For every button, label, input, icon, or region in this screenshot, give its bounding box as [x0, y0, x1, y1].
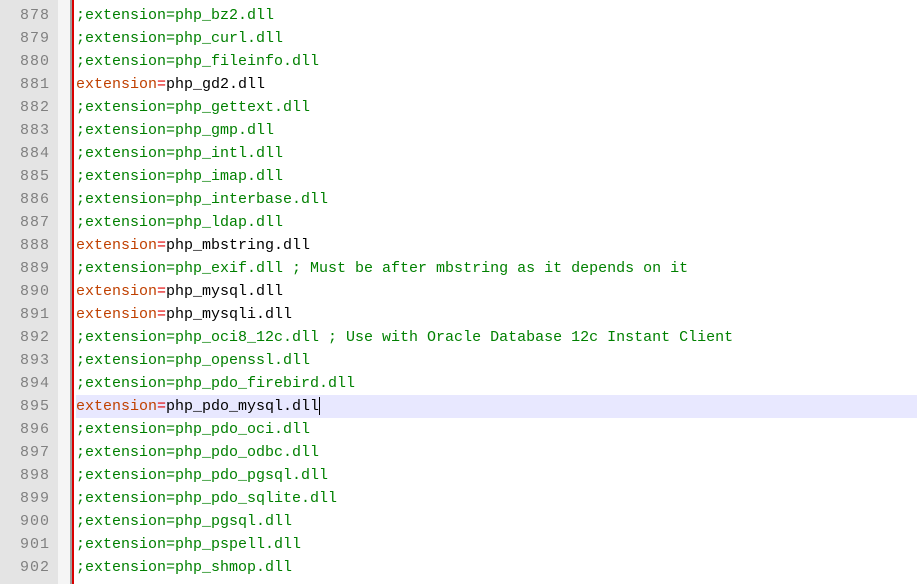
- code-line[interactable]: ;extension=php_imap.dll: [76, 165, 917, 188]
- comment-text: ;extension=php_interbase.dll: [76, 191, 328, 208]
- line-number-gutter: 8788798808818828838848858868878888898908…: [0, 0, 58, 584]
- comment-text: ;extension=php_pgsql.dll: [76, 513, 292, 530]
- code-line[interactable]: ;extension=php_pdo_pgsql.dll: [76, 464, 917, 487]
- line-number: 898: [0, 464, 50, 487]
- comment-text: ;extension=php_oci8_12c.dll ; Use with O…: [76, 329, 733, 346]
- ini-value: php_mysql.dll: [166, 283, 283, 300]
- equals-sign: =: [157, 306, 166, 323]
- line-number: 884: [0, 142, 50, 165]
- line-number: 892: [0, 326, 50, 349]
- comment-text: ;extension=php_pdo_sqlite.dll: [76, 490, 337, 507]
- code-line[interactable]: ;extension=php_fileinfo.dll: [76, 50, 917, 73]
- ini-key: extension: [76, 306, 157, 323]
- code-line[interactable]: ;extension=php_openssl.dll: [76, 349, 917, 372]
- code-line[interactable]: ;extension=php_exif.dll ; Must be after …: [76, 257, 917, 280]
- comment-text: ;extension=php_pspell.dll: [76, 536, 301, 553]
- line-number: 902: [0, 556, 50, 579]
- comment-text: ;extension=php_pdo_odbc.dll: [76, 444, 319, 461]
- code-line[interactable]: ;extension=php_pdo_odbc.dll: [76, 441, 917, 464]
- ini-key: extension: [76, 283, 157, 300]
- equals-sign: =: [157, 283, 166, 300]
- ini-value: php_gd2.dll: [166, 76, 265, 93]
- code-line[interactable]: ;extension=php_intl.dll: [76, 142, 917, 165]
- code-line[interactable]: extension=php_pdo_mysql.dll: [76, 395, 917, 418]
- comment-text: ;extension=php_gmp.dll: [76, 122, 274, 139]
- line-number: 899: [0, 487, 50, 510]
- line-number: 894: [0, 372, 50, 395]
- line-number: 878: [0, 4, 50, 27]
- line-number: 882: [0, 96, 50, 119]
- comment-text: ;extension=php_intl.dll: [76, 145, 283, 162]
- ini-value: php_mbstring.dll: [166, 237, 310, 254]
- code-line[interactable]: ;extension=php_gmp.dll: [76, 119, 917, 142]
- code-line[interactable]: ;extension=php_oci8_12c.dll ; Use with O…: [76, 326, 917, 349]
- line-number: 891: [0, 303, 50, 326]
- line-number: 895: [0, 395, 50, 418]
- line-number: 893: [0, 349, 50, 372]
- text-caret: [319, 397, 320, 415]
- line-number: 885: [0, 165, 50, 188]
- line-number: 896: [0, 418, 50, 441]
- line-number: 888: [0, 234, 50, 257]
- line-number: 889: [0, 257, 50, 280]
- code-editor[interactable]: 8788798808818828838848858868878888898908…: [0, 0, 917, 584]
- code-area[interactable]: ;extension=php_bz2.dll ;extension=php_cur…: [74, 0, 917, 584]
- comment-text: ;extension=php_openssl.dll: [76, 352, 310, 369]
- comment-text: ;extension=php_bz2.dll: [76, 7, 274, 24]
- line-number: 897: [0, 441, 50, 464]
- ini-key: extension: [76, 76, 157, 93]
- code-line[interactable]: ;extension=php_shmop.dll: [76, 556, 917, 579]
- equals-sign: =: [157, 237, 166, 254]
- ini-value: php_mysqli.dll: [166, 306, 292, 323]
- code-line[interactable]: ;extension=php_pdo_sqlite.dll: [76, 487, 917, 510]
- code-line[interactable]: extension=php_gd2.dll: [76, 73, 917, 96]
- line-number: 879: [0, 27, 50, 50]
- comment-text: ;extension=php_pdo_firebird.dll: [76, 375, 355, 392]
- line-number: 890: [0, 280, 50, 303]
- equals-sign: =: [157, 398, 166, 415]
- code-line[interactable]: ;extension=php_bz2.dll: [76, 4, 917, 27]
- equals-sign: =: [157, 76, 166, 93]
- line-number: 901: [0, 533, 50, 556]
- code-line[interactable]: extension=php_mysql.dll: [76, 280, 917, 303]
- line-number: 881: [0, 73, 50, 96]
- comment-text: ;extension=php_gettext.dll: [76, 99, 310, 116]
- code-line[interactable]: ;extension=php_pspell.dll: [76, 533, 917, 556]
- code-line[interactable]: ;extension=php_ldap.dll: [76, 211, 917, 234]
- code-line[interactable]: extension=php_mbstring.dll: [76, 234, 917, 257]
- line-number: 886: [0, 188, 50, 211]
- code-line[interactable]: extension=php_mysqli.dll: [76, 303, 917, 326]
- code-line[interactable]: ;extension=php_pdo_firebird.dll: [76, 372, 917, 395]
- line-number: 883: [0, 119, 50, 142]
- code-line[interactable]: ;extension=php_interbase.dll: [76, 188, 917, 211]
- code-line[interactable]: ;extension=php_curl.dll: [76, 27, 917, 50]
- comment-text: ;extension=php_pdo_pgsql.dll: [76, 467, 328, 484]
- ini-key: extension: [76, 398, 157, 415]
- line-number: 887: [0, 211, 50, 234]
- code-line[interactable]: ;extension=php_pdo_oci.dll: [76, 418, 917, 441]
- fold-margin: [58, 0, 72, 584]
- comment-text: ;extension=php_curl.dll: [76, 30, 283, 47]
- code-line[interactable]: ;extension=php_pgsql.dll: [76, 510, 917, 533]
- comment-text: ;extension=php_imap.dll: [76, 168, 283, 185]
- comment-text: ;extension=php_shmop.dll: [76, 559, 292, 576]
- comment-text: ;extension=php_exif.dll ; Must be after …: [76, 260, 688, 277]
- comment-text: ;extension=php_fileinfo.dll: [76, 53, 319, 70]
- line-number: 900: [0, 510, 50, 533]
- ini-value: php_pdo_mysql.dll: [166, 398, 319, 415]
- code-line[interactable]: ;extension=php_gettext.dll: [76, 96, 917, 119]
- comment-text: ;extension=php_ldap.dll: [76, 214, 283, 231]
- line-number: 880: [0, 50, 50, 73]
- ini-key: extension: [76, 237, 157, 254]
- comment-text: ;extension=php_pdo_oci.dll: [76, 421, 310, 438]
